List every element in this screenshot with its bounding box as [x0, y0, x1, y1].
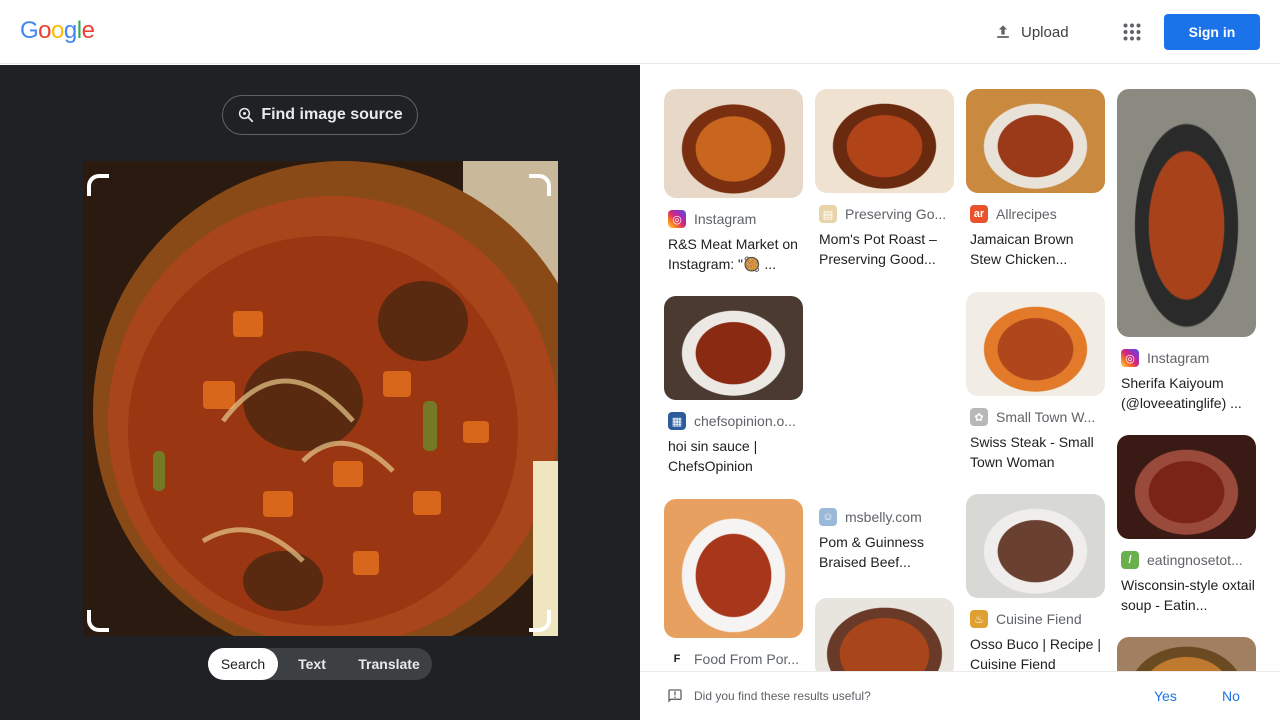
upload-icon	[997, 25, 1009, 38]
cuisinefiend-icon: ♨	[970, 610, 988, 628]
crop-corner-top-left[interactable]	[87, 174, 109, 196]
result-source[interactable]: ar Allrecipes	[966, 205, 1105, 223]
result-source[interactable]: ▦ chefsopinion.o...	[664, 412, 803, 430]
result-source-name: Food From Por...	[694, 651, 800, 667]
result-title[interactable]: Mom's Pot Roast – Preserving Good...	[815, 229, 954, 269]
result-source[interactable]: ☺ msbelly.com	[815, 508, 954, 526]
result-thumbnail[interactable]	[966, 292, 1105, 396]
google-logo[interactable]: Google	[20, 17, 95, 45]
lens-search-icon	[239, 107, 254, 123]
result-thumbnail[interactable]	[664, 296, 803, 400]
result-thumbnail[interactable]	[966, 494, 1105, 598]
result-source-name: Small Town W...	[996, 409, 1096, 425]
visual-matches-grid: ◎ Instagram R&S Meat Market on Instagram: …	[640, 65, 1280, 671]
result-title[interactable]: hoi sin sauce | ChefsOpinion	[664, 436, 803, 476]
result-title[interactable]: Wisconsin-style oxtail soup - Eatin...	[1117, 575, 1256, 615]
logo-letter: g	[63, 17, 77, 44]
logo-letter: e	[81, 17, 95, 44]
result-source-name: msbelly.com	[845, 509, 922, 525]
result-source-name: Instagram	[694, 211, 757, 227]
result-thumbnail[interactable]	[966, 89, 1105, 193]
feedback-icon	[668, 689, 682, 703]
result-source[interactable]: ▤ Preserving Go...	[815, 205, 954, 223]
apps-grid-icon[interactable]	[1116, 16, 1148, 48]
smalltown-icon: ✿	[970, 408, 988, 426]
logo-letter: o	[51, 17, 64, 44]
chefsopinion-icon: ▦	[668, 412, 686, 430]
feedback-bar: Did you find these results useful? Yes N…	[640, 671, 1280, 720]
result-card[interactable]: ◎ Instagram Sherifa Kaiyoum (@loveeatingli…	[1117, 89, 1256, 413]
result-title[interactable]: Jamaican Brown Stew Chicken...	[966, 229, 1105, 269]
mode-search-button[interactable]: Search	[208, 648, 278, 680]
result-source-name: eatingnosetot...	[1147, 552, 1243, 568]
result-title[interactable]: Pom & Guinness Braised Beef...	[815, 532, 954, 572]
result-source-name: Instagram	[1147, 350, 1210, 366]
result-card[interactable]: ♨ Cuisine Fiend Osso Buco | Recipe | Cuisi…	[966, 494, 1105, 671]
sign-in-button[interactable]: Sign in	[1164, 14, 1260, 50]
upload-label: Upload	[1021, 23, 1069, 41]
upload-button[interactable]: Upload	[985, 16, 1077, 48]
result-card[interactable]: ar Allrecipes Jamaican Brown Stew Chicken.…	[966, 89, 1105, 269]
result-card[interactable]: ✿ Small Town W... Swiss Steak - Small Town…	[966, 292, 1105, 472]
result-source-name: Preserving Go...	[845, 206, 947, 222]
result-title[interactable]: Swiss Steak - Small Town Woman	[966, 432, 1105, 472]
feedback-yes-button[interactable]: Yes	[1154, 688, 1177, 704]
find-image-source-label: Find image source	[261, 106, 403, 123]
result-card[interactable]: F Food From Por...	[664, 499, 803, 668]
crop-corner-bottom-left[interactable]	[87, 610, 109, 632]
query-image[interactable]	[83, 161, 558, 636]
result-thumbnail[interactable]	[664, 499, 803, 638]
result-thumbnail[interactable]	[1117, 435, 1256, 539]
result-card[interactable]: ▤ Preserving Go... Mom's Pot Roast – Prese…	[815, 89, 954, 269]
mode-translate-button[interactable]: Translate	[346, 648, 432, 680]
result-source[interactable]: ♨ Cuisine Fiend	[966, 610, 1105, 628]
eatingnose-icon: /	[1121, 551, 1139, 569]
result-title[interactable]: Osso Buco | Recipe | Cuisine Fiend	[966, 634, 1105, 671]
result-source[interactable]: ◎ Instagram	[1117, 349, 1256, 367]
result-thumbnail[interactable]	[664, 89, 803, 198]
preserving-icon: ▤	[819, 205, 837, 223]
result-source-name: Allrecipes	[996, 206, 1057, 222]
result-thumbnail[interactable]	[1117, 637, 1256, 671]
result-card[interactable]: ◎ Instagram R&S Meat Market on Instagram: …	[664, 89, 803, 274]
result-thumbnail[interactable]	[1117, 89, 1256, 337]
result-card[interactable]: ▦ chefsopinion.o... hoi sin sauce | ChefsO…	[664, 296, 803, 476]
result-thumbnail[interactable]	[815, 89, 954, 193]
feedback-no-button[interactable]: No	[1222, 688, 1240, 704]
result-source[interactable]: ◎ Instagram	[664, 210, 803, 228]
msbelly-icon: ☺	[819, 508, 837, 526]
logo-letter: G	[20, 17, 39, 44]
result-card[interactable]: / eatingnosetot... Wisconsin-style oxtail …	[1117, 435, 1256, 615]
result-source-name: chefsopinion.o...	[694, 413, 796, 429]
logo-letter: o	[38, 17, 52, 44]
mode-text-button[interactable]: Text	[278, 648, 346, 680]
foodfrom-icon: F	[668, 650, 686, 668]
find-image-source-button[interactable]: Find image source	[222, 95, 418, 135]
result-card[interactable]: ☺ msbelly.com Pom & Guinness Braised Beef.…	[815, 496, 954, 572]
result-source[interactable]: F Food From Por...	[664, 650, 803, 668]
feedback-question: Did you find these results useful?	[694, 689, 871, 703]
search-mode-switch: Search Text Translate	[208, 648, 432, 680]
top-bar: Google Upload Sign in	[0, 0, 1280, 64]
crop-corner-top-right[interactable]	[529, 174, 551, 196]
result-title[interactable]: R&S Meat Market on Instagram: "🥘 ...	[664, 234, 803, 274]
result-title[interactable]: Sherifa Kaiyoum (@loveeatinglife) ...	[1117, 373, 1256, 413]
result-source[interactable]: / eatingnosetot...	[1117, 551, 1256, 569]
result-source-name: Cuisine Fiend	[996, 611, 1082, 627]
instagram-icon: ◎	[1121, 349, 1139, 367]
instagram-icon: ◎	[668, 210, 686, 228]
allrecipes-icon: ar	[970, 205, 988, 223]
result-thumbnail[interactable]	[815, 598, 954, 671]
result-source[interactable]: ✿ Small Town W...	[966, 408, 1105, 426]
